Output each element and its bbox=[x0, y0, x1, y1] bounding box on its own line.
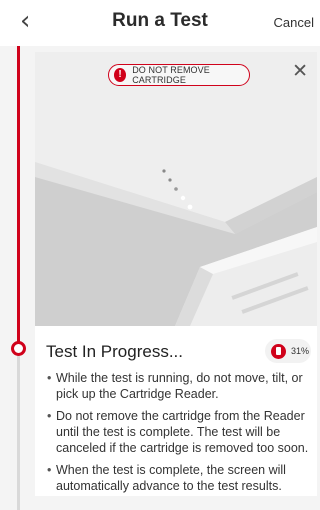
list-item: When the test is complete, the screen wi… bbox=[47, 462, 309, 494]
page-title: Run a Test bbox=[112, 10, 208, 31]
progress-rail-inactive bbox=[17, 354, 20, 510]
cartridge-icon bbox=[271, 343, 286, 359]
progress-percent: 31% bbox=[291, 346, 310, 356]
status-light-icon bbox=[180, 195, 186, 201]
back-chevron-icon[interactable]: ‹ bbox=[20, 6, 30, 36]
list-item: Do not remove the cartridge from the Rea… bbox=[47, 408, 309, 456]
warning-text: DO NOT REMOVE CARTRIDGE bbox=[132, 65, 210, 85]
status-light-icon bbox=[168, 178, 172, 182]
progress-rail-node bbox=[11, 341, 26, 356]
cartridge-reader-illustration bbox=[35, 52, 317, 326]
progress-badge: 31% bbox=[265, 339, 311, 363]
instruction-list: While the test is running, do not move, … bbox=[47, 370, 309, 496]
status-title: Test In Progress... bbox=[46, 342, 183, 361]
top-navigation-bar: ‹ Run a Test Cancel bbox=[0, 0, 320, 46]
test-progress-card: ! DO NOT REMOVE CARTRIDGE ✕ Test In Prog… bbox=[35, 52, 317, 496]
status-light-icon bbox=[162, 169, 166, 173]
cartridge-reader-image: ! DO NOT REMOVE CARTRIDGE ✕ bbox=[35, 52, 317, 326]
status-light-icon bbox=[187, 204, 193, 210]
warning-banner: ! DO NOT REMOVE CARTRIDGE bbox=[108, 64, 250, 86]
cancel-button[interactable]: Cancel bbox=[274, 15, 314, 30]
warning-icon: ! bbox=[114, 68, 127, 82]
list-item: While the test is running, do not move, … bbox=[47, 370, 309, 402]
progress-rail-active bbox=[17, 46, 20, 346]
status-light-icon bbox=[174, 187, 178, 191]
close-icon[interactable]: ✕ bbox=[292, 61, 308, 81]
